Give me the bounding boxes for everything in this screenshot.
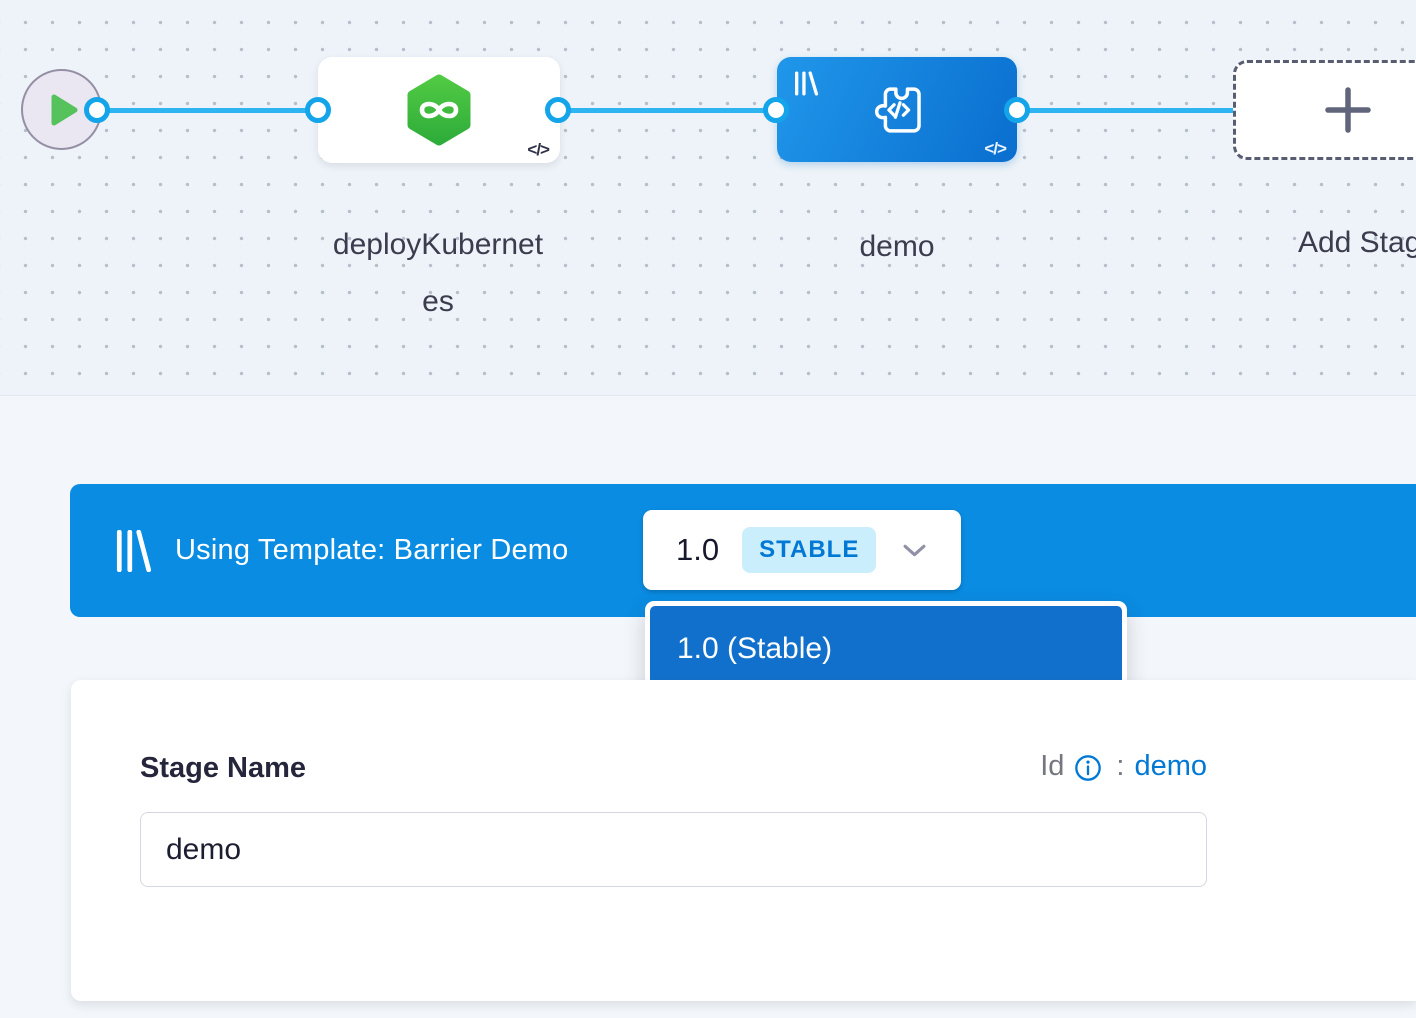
using-template-text: Using Template: Barrier Demo <box>175 534 569 567</box>
template-version-selector[interactable]: 1.0 STABLE <box>643 510 961 590</box>
info-icon[interactable] <box>1074 754 1102 782</box>
code-view-icon[interactable]: </> <box>527 140 549 160</box>
edge-deploy-to-demo <box>558 108 776 113</box>
version-menu-item[interactable]: 1.0 (Stable) <box>650 606 1122 691</box>
stage-label-deploykubernetes: deployKubernet es <box>288 216 588 330</box>
stage-overview-panel: Stage Name Id : demo <box>71 680 1416 1001</box>
edge-start-to-deploy <box>97 108 318 113</box>
plus-icon <box>1324 86 1372 134</box>
stage-node-deploykubernetes[interactable]: </> <box>318 57 560 163</box>
template-library-icon <box>115 530 153 572</box>
chevron-down-icon <box>902 543 927 558</box>
add-stage-label: Add Stage <box>1243 214 1416 271</box>
template-version-value: 1.0 <box>676 532 719 568</box>
id-separator: : <box>1116 750 1124 783</box>
stage-name-label: Stage Name <box>140 752 306 785</box>
using-template-banner: Using Template: Barrier Demo 1.0 STABLE <box>70 484 1416 617</box>
stage-name-input[interactable] <box>140 812 1207 887</box>
stage-id-value: demo <box>1134 750 1207 783</box>
pipeline-canvas[interactable]: </> </> deployKubernet es demo Add Stage <box>0 0 1416 396</box>
infinity-hexagon-icon <box>406 74 472 146</box>
code-view-icon[interactable]: </> <box>984 139 1006 159</box>
play-icon <box>49 92 79 128</box>
id-label: Id <box>1040 750 1064 783</box>
add-stage-button[interactable] <box>1233 60 1416 160</box>
port-deploy-in <box>305 97 331 123</box>
port-demo-in <box>763 97 789 123</box>
port-demo-out <box>1004 97 1030 123</box>
stage-node-demo[interactable]: </> <box>777 57 1017 162</box>
custom-stage-icon <box>866 81 928 139</box>
port-deploy-out <box>545 97 571 123</box>
stage-id-row: Id : demo <box>1040 750 1207 783</box>
stable-badge: STABLE <box>742 527 876 573</box>
port-start-out <box>84 97 110 123</box>
template-library-icon <box>792 70 819 97</box>
edge-demo-to-add <box>1017 108 1239 113</box>
stage-label-demo: demo <box>777 218 1017 275</box>
